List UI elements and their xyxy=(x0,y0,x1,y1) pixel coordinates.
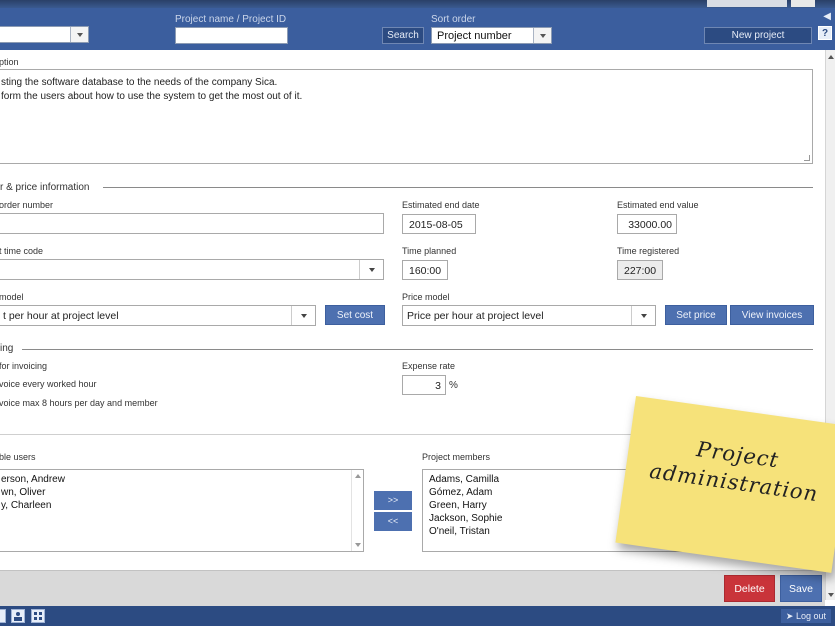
set-cost-button[interactable]: Set cost xyxy=(325,305,385,325)
chevron-down-icon[interactable] xyxy=(631,306,655,325)
remove-member-button[interactable]: << xyxy=(374,512,412,531)
sort-order-value: Project number xyxy=(437,30,512,42)
project-name-label: Project name / Project ID xyxy=(175,14,287,25)
action-bar xyxy=(0,570,825,606)
top-strip-tab-2 xyxy=(791,0,815,7)
time-code-select[interactable] xyxy=(0,259,384,280)
time-registered-value: 227:00 xyxy=(624,265,657,277)
filter-combo[interactable] xyxy=(0,26,89,43)
time-registered-field: 227:00 xyxy=(617,260,663,280)
list-item[interactable]: wn, Oliver xyxy=(1,487,45,498)
time-code-label: t time code xyxy=(0,246,44,256)
view-invoices-button[interactable]: View invoices xyxy=(730,305,814,325)
list-item[interactable]: erson, Andrew xyxy=(1,474,65,485)
est-end-value-input[interactable]: 33000.00 xyxy=(617,214,677,234)
invoicing-option-max-8-hours[interactable]: voice max 8 hours per day and member xyxy=(0,398,158,408)
time-planned-value: 160:00 xyxy=(409,265,442,277)
project-name-input[interactable] xyxy=(175,27,288,44)
help-icon[interactable]: ? xyxy=(818,26,832,40)
list-item[interactable]: Adams, Camilla xyxy=(429,474,499,485)
description-line-2: form the users about how to use the syst… xyxy=(1,91,303,102)
set-price-button[interactable]: Set price xyxy=(665,305,727,325)
chevron-down-icon[interactable] xyxy=(359,260,383,279)
list-item[interactable]: Jackson, Sophie xyxy=(429,513,502,524)
expense-rate-input[interactable]: 3 xyxy=(402,375,446,395)
bottom-taskbar: ➤ Log out xyxy=(0,606,835,626)
time-registered-label: Time registered xyxy=(617,246,680,256)
scroll-down-icon[interactable] xyxy=(828,593,834,597)
list-item[interactable]: Green, Harry xyxy=(429,500,487,511)
delete-button[interactable]: Delete xyxy=(724,575,775,602)
cost-model-label: model xyxy=(0,292,24,302)
est-end-date-value: 2015-08-05 xyxy=(409,219,463,231)
description-label: ption xyxy=(0,57,19,67)
scroll-up-icon[interactable] xyxy=(355,474,361,478)
invoicing-basis-label: for invoicing xyxy=(0,361,48,371)
new-project-button[interactable]: New project xyxy=(704,27,812,44)
time-planned-input[interactable]: 160:00 xyxy=(402,260,448,280)
cost-model-select[interactable]: t per hour at project level xyxy=(0,305,316,326)
header-bar: Project name / Project ID Search Sort or… xyxy=(0,8,835,50)
resize-grip-icon[interactable] xyxy=(804,155,810,161)
home-icon[interactable] xyxy=(0,609,6,623)
expense-rate-unit: % xyxy=(449,380,458,391)
scroll-up-icon[interactable] xyxy=(828,55,834,59)
chevron-down-icon[interactable] xyxy=(70,27,88,42)
est-end-value-label: Estimated end value xyxy=(617,200,699,210)
section-divider xyxy=(22,349,813,350)
sort-order-label: Sort order xyxy=(431,14,476,25)
time-planned-label: Time planned xyxy=(402,246,457,256)
chevron-down-icon[interactable] xyxy=(291,306,315,325)
project-members-label: Project members xyxy=(422,452,491,462)
sticky-note: Project administration xyxy=(615,396,835,573)
section-divider xyxy=(103,187,813,188)
price-model-select[interactable]: Price per hour at project level xyxy=(402,305,656,326)
chevron-down-icon[interactable] xyxy=(533,28,551,43)
logout-icon: ➤ xyxy=(785,611,796,621)
price-model-label: Price model xyxy=(402,292,450,302)
description-textarea[interactable]: sting the software database to the needs… xyxy=(0,69,813,164)
user-icon[interactable] xyxy=(11,609,25,623)
list-item[interactable]: Gómez, Adam xyxy=(429,487,492,498)
order-number-label: order number xyxy=(0,200,54,210)
scroll-down-icon[interactable] xyxy=(355,543,361,547)
add-member-button[interactable]: >> xyxy=(374,491,412,510)
available-users-label: ble users xyxy=(0,452,36,462)
search-button[interactable]: Search xyxy=(382,27,424,44)
invoicing-section-title: ing xyxy=(0,343,14,354)
sort-order-select[interactable]: Project number xyxy=(431,27,552,44)
order-number-input[interactable] xyxy=(0,213,384,234)
list-scrollbar[interactable] xyxy=(351,470,363,551)
expense-rate-label: Expense rate xyxy=(402,361,456,371)
invoicing-option-every-hour[interactable]: voice every worked hour xyxy=(0,379,97,389)
list-item[interactable]: O'neil, Tristan xyxy=(429,526,490,537)
order-price-section-title: r & price information xyxy=(0,182,90,193)
est-end-date-label: Estimated end date xyxy=(402,200,480,210)
top-strip-tab xyxy=(707,0,787,7)
logout-label: Log out xyxy=(795,611,826,621)
price-model-value: Price per hour at project level xyxy=(407,310,544,322)
back-arrow-icon[interactable]: ◀ xyxy=(823,11,831,22)
est-end-date-input[interactable]: 2015-08-05 xyxy=(402,214,476,234)
list-item[interactable]: y, Charleen xyxy=(1,500,51,511)
cost-model-value: t per hour at project level xyxy=(3,310,119,322)
save-button[interactable]: Save xyxy=(780,575,822,602)
logout-button[interactable]: ➤ Log out xyxy=(780,609,831,623)
description-line-1: sting the software database to the needs… xyxy=(1,77,278,88)
est-end-value-value: 33000.00 xyxy=(628,219,672,231)
available-users-list[interactable]: erson, Andrew wn, Oliver y, Charleen xyxy=(0,469,364,552)
expense-rate-value: 3 xyxy=(435,380,441,392)
grid-icon[interactable] xyxy=(31,609,45,623)
top-strip xyxy=(0,0,835,8)
